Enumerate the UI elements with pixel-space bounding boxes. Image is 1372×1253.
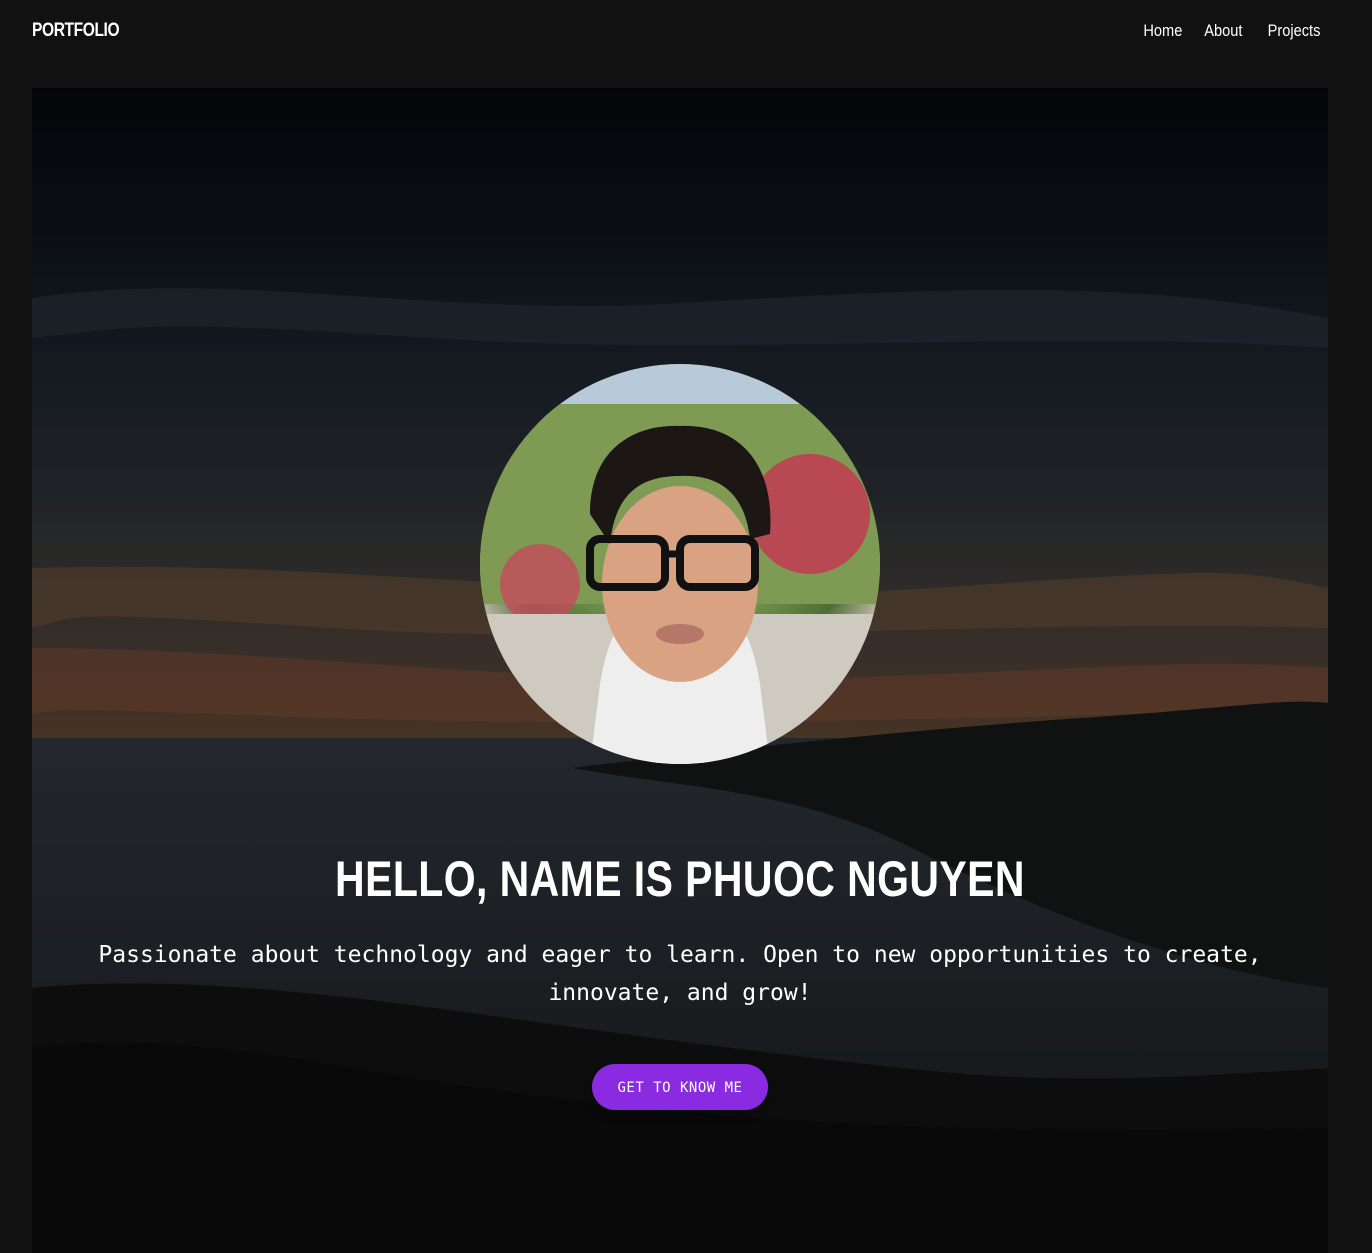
nav-links: Home About Projects [1137,21,1320,41]
get-to-know-me-button[interactable]: GET TO KNOW ME [592,1064,768,1110]
navbar: PORTFOLIO Home About Projects [0,0,1372,66]
profile-photo [480,364,880,764]
nav-link-projects[interactable]: Projects [1267,21,1320,41]
brand-logo[interactable]: PORTFOLIO [32,20,120,42]
nav-link-about[interactable]: About [1204,21,1242,41]
nav-link-home[interactable]: Home [1143,21,1182,41]
profile-avatar [480,364,880,764]
hero-headline: HELLO, NAME IS PHUOC NGUYEN [335,851,1025,907]
hero-tagline: Passionate about technology and eager to… [98,942,1262,1006]
hero-section: HELLO, NAME IS PHUOC NGUYEN Passionate a… [32,88,1328,1253]
